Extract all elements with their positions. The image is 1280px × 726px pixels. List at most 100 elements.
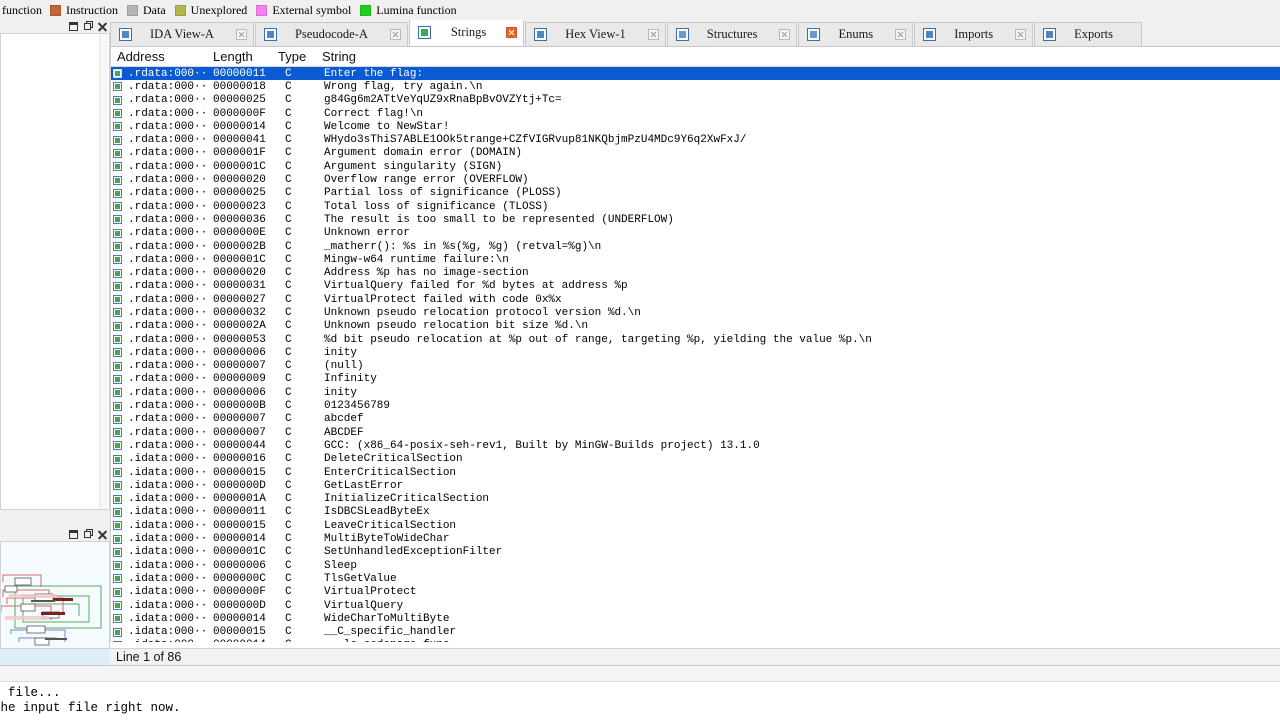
dock-splitter[interactable] [0, 510, 110, 528]
column-header-length[interactable]: Length [207, 49, 272, 64]
table-row[interactable]: .rdata:000···0000001FCArgument domain er… [111, 147, 1280, 160]
string-item-icon [113, 122, 122, 131]
functions-panel-body[interactable] [0, 34, 110, 510]
tab-strings[interactable]: Strings [409, 20, 524, 46]
table-row[interactable]: .idata:000···0000000DCVirtualQuery [111, 599, 1280, 612]
table-row[interactable]: .rdata:000···00000018CWrong flag, try ag… [111, 80, 1280, 93]
functions-panel-scrollbar[interactable] [99, 34, 108, 509]
table-row[interactable]: .idata:000···00000015C__C_specific_handl… [111, 625, 1280, 638]
table-row[interactable]: .rdata:000···0000002AC Unknown pseudo re… [111, 320, 1280, 333]
cell-address: .rdata:000··· [124, 347, 209, 359]
table-row[interactable]: .idata:000···00000016CDeleteCriticalSect… [111, 453, 1280, 466]
table-row[interactable]: .rdata:000···00000041CWHydo3sThiS7ABLE1O… [111, 133, 1280, 146]
table-row[interactable]: .idata:000···00000014CWideCharToMultiByt… [111, 612, 1280, 625]
cell-address: .idata:000··· [124, 493, 209, 505]
strings-table[interactable]: Address Length Type String .rdata:000···… [110, 47, 1280, 642]
exports-icon [1043, 28, 1056, 41]
table-row[interactable]: .rdata:000···00000007Cabcdef [111, 413, 1280, 426]
output-window[interactable]: : file...the input file right now. [0, 665, 1280, 726]
string-item-icon [113, 441, 122, 450]
tab-hex-view-1[interactable]: Hex View-1 [525, 22, 665, 46]
table-row[interactable]: .idata:000···00000011CIsDBCSLeadByteEx [111, 506, 1280, 519]
cell-type: C [281, 520, 314, 532]
table-row[interactable]: .rdata:000···00000032C Unknown pseudo re… [111, 306, 1280, 319]
graph-overview-body[interactable] [0, 542, 110, 655]
table-row[interactable]: .rdata:000···00000036CThe result is too … [111, 213, 1280, 226]
table-row[interactable]: .rdata:000···0000000FCCorrect flag!\n [111, 107, 1280, 120]
cell-type: C [281, 214, 314, 226]
table-row[interactable]: .rdata:000···00000053C%d bit pseudo relo… [111, 333, 1280, 346]
table-row[interactable]: .rdata:000···0000002BC_matherr(): %s in … [111, 240, 1280, 253]
column-header-type[interactable]: Type [272, 49, 316, 64]
table-row[interactable]: .rdata:000···0000000BC0123456789 [111, 399, 1280, 412]
table-row[interactable]: .rdata:000···0000001CCMingw-w64 runtime … [111, 253, 1280, 266]
cell-address: .rdata:000··· [124, 227, 209, 239]
tab-close-icon[interactable] [1015, 29, 1026, 40]
table-row[interactable]: .idata:000···00000006CSleep [111, 559, 1280, 572]
tab-close-icon[interactable] [506, 27, 517, 38]
table-row[interactable]: .idata:000···00000015CEnterCriticalSecti… [111, 466, 1280, 479]
table-row[interactable]: .rdata:000···00000025Cg84Gg6m2ATtVeYqUZ9… [111, 94, 1280, 107]
table-row[interactable]: .rdata:000···00000011CEnter the flag: [111, 67, 1280, 80]
tab-close-icon[interactable] [779, 29, 790, 40]
tab-close-icon[interactable] [236, 29, 247, 40]
table-row[interactable]: .rdata:000···0000000ECUnknown error [111, 227, 1280, 240]
tab-ida-view-a[interactable]: IDA View-A [110, 22, 254, 46]
table-row[interactable]: .rdata:000···00000006Cinity [111, 346, 1280, 359]
legend-swatch-unexplored [175, 5, 186, 16]
cell-string: VirtualQuery failed for %d bytes at addr… [314, 280, 1280, 292]
string-item-icon [113, 348, 122, 357]
cell-address: .idata:000··· [124, 626, 209, 638]
table-row[interactable]: .idata:000···0000001ACInitializeCritical… [111, 493, 1280, 506]
tab-close-icon[interactable] [895, 29, 906, 40]
table-row[interactable]: .rdata:000···00000031C VirtualQuery fail… [111, 280, 1280, 293]
close-icon[interactable] [97, 530, 107, 540]
table-row[interactable]: .rdata:000···00000007C(null) [111, 360, 1280, 373]
table-row[interactable]: .idata:000···00000014C___lc_codepage_fun… [111, 639, 1280, 642]
column-header-string[interactable]: String [316, 49, 1280, 64]
legend-item-data: Data [127, 3, 166, 18]
tab-structures[interactable]: Structures [667, 22, 798, 46]
table-row[interactable]: .rdata:000···00000044CGCC: (x86_64-posix… [111, 439, 1280, 452]
table-row[interactable]: .rdata:000···00000020CAddress %p has no … [111, 266, 1280, 279]
float-icon[interactable] [84, 531, 91, 538]
tab-enums[interactable]: Enums [798, 22, 913, 46]
restore-icon[interactable] [69, 22, 78, 31]
cell-address: .rdata:000··· [124, 174, 209, 186]
cell-length: 00000041 [209, 134, 281, 146]
cell-address: .rdata:000··· [124, 121, 209, 133]
table-row[interactable]: .idata:000···00000015CLeaveCriticalSecti… [111, 519, 1280, 532]
cell-address: .rdata:000··· [124, 280, 209, 292]
table-row[interactable]: .rdata:000···00000025CPartial loss of si… [111, 187, 1280, 200]
table-row[interactable]: .rdata:000···00000007CABCDEF [111, 426, 1280, 439]
tab-exports[interactable]: Exports [1034, 22, 1142, 46]
table-row[interactable]: .rdata:000···00000006Cinity [111, 386, 1280, 399]
cell-address: .rdata:000··· [124, 307, 209, 319]
tab-pseudocode-a[interactable]: Pseudocode-A [255, 22, 408, 46]
cell-type: C [281, 427, 314, 439]
table-row[interactable]: .rdata:000···00000014CWelcome to NewStar… [111, 120, 1280, 133]
cell-string: WHydo3sThiS7ABLE1OOk5trange+CZfVIGRvup81… [314, 134, 1280, 146]
table-row[interactable]: .idata:000···0000000CCTlsGetValue [111, 572, 1280, 585]
tab-imports[interactable]: Imports [914, 22, 1033, 46]
cell-length: 0000001C [209, 161, 281, 173]
table-row[interactable]: .rdata:000···00000027C VirtualProtect fa… [111, 293, 1280, 306]
table-row[interactable]: .rdata:000···00000023CTotal loss of sign… [111, 200, 1280, 213]
string-item-icon [113, 335, 122, 344]
table-row[interactable]: .idata:000···0000000FCVirtualProtect [111, 586, 1280, 599]
table-row[interactable]: .rdata:000···0000001CCArgument singulari… [111, 160, 1280, 173]
restore-icon[interactable] [69, 530, 78, 539]
tab-close-icon[interactable] [390, 29, 401, 40]
table-row[interactable]: .idata:000···00000014CMultiByteToWideCha… [111, 532, 1280, 545]
tab-close-icon[interactable] [648, 29, 659, 40]
cell-address: .idata:000··· [124, 467, 209, 479]
cell-string: InitializeCriticalSection [314, 493, 1280, 505]
table-row[interactable]: .rdata:000···00000020COverflow range err… [111, 173, 1280, 186]
column-header-address[interactable]: Address [111, 49, 207, 64]
view-tab-bar[interactable]: IDA View-A Pseudocode-A Strings Hex View… [110, 20, 1280, 47]
table-row[interactable]: .rdata:000···00000009CInfinity [111, 373, 1280, 386]
table-row[interactable]: .idata:000···0000000DCGetLastError [111, 479, 1280, 492]
close-icon[interactable] [97, 22, 107, 32]
float-icon[interactable] [84, 23, 91, 30]
table-row[interactable]: .idata:000···0000001CCSetUnhandledExcept… [111, 546, 1280, 559]
